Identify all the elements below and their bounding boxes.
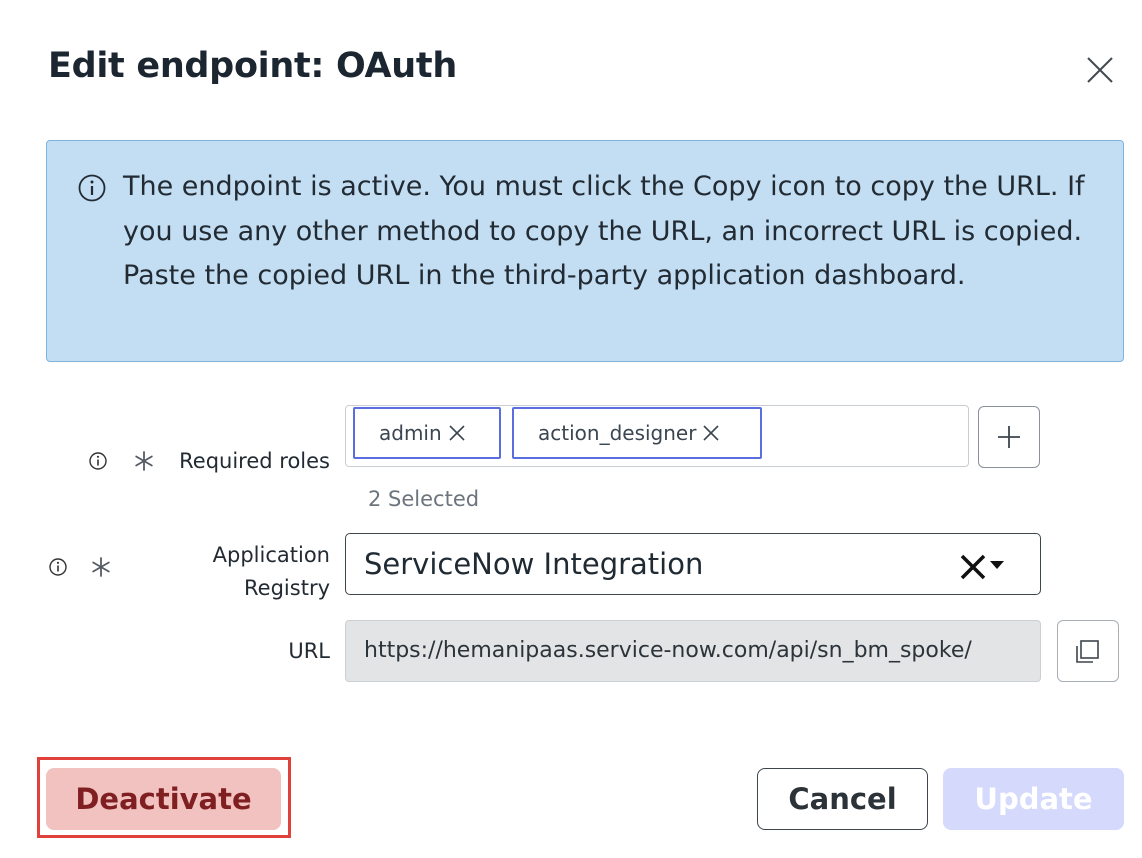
chevron-down-icon[interactable] xyxy=(990,560,1004,570)
url-field[interactable]: https://hemanipaas.service-now.com/api/s… xyxy=(345,620,1041,682)
application-registry-label-line1: Application xyxy=(212,543,330,567)
clear-selection-icon[interactable] xyxy=(958,552,988,582)
application-registry-label-line2: Registry xyxy=(244,576,330,600)
required-roles-field[interactable]: admin action_designer xyxy=(345,405,969,467)
copy-icon xyxy=(1076,640,1099,663)
required-roles-label: Required roles xyxy=(179,449,330,473)
update-button[interactable]: Update xyxy=(943,768,1124,830)
application-registry-value: ServiceNow Integration xyxy=(364,547,704,581)
required-roles-info-icon[interactable] xyxy=(88,451,108,471)
info-icon xyxy=(78,174,106,202)
application-registry-label: Application Registry xyxy=(160,539,330,605)
close-icon xyxy=(1087,57,1113,83)
application-registry-select[interactable]: ServiceNow Integration xyxy=(345,533,1041,595)
copy-url-button[interactable] xyxy=(1057,620,1119,682)
url-label: URL xyxy=(288,639,330,663)
role-chip-label: action_designer xyxy=(538,421,697,445)
required-asterisk-icon xyxy=(135,451,153,471)
remove-chip-icon[interactable] xyxy=(701,423,721,443)
required-asterisk-icon xyxy=(92,557,110,577)
url-value: https://hemanipaas.service-now.com/api/s… xyxy=(364,638,972,663)
role-chip-admin[interactable]: admin xyxy=(353,407,501,459)
role-chip-action-designer[interactable]: action_designer xyxy=(512,407,762,459)
banner-message: The endpoint is active. You must click t… xyxy=(123,171,1085,291)
cancel-button[interactable]: Cancel xyxy=(757,768,928,830)
edit-endpoint-dialog: Edit endpoint: OAuth The endpoint is act… xyxy=(0,0,1142,858)
deactivate-button[interactable]: Deactivate xyxy=(46,768,281,830)
add-role-button[interactable] xyxy=(978,406,1040,468)
remove-chip-icon[interactable] xyxy=(447,423,467,443)
roles-selected-count: 2 Selected xyxy=(368,487,480,511)
plus-icon xyxy=(998,426,1020,448)
role-chip-label: admin xyxy=(379,421,442,445)
close-button[interactable] xyxy=(1082,52,1118,88)
dialog-title: Edit endpoint: OAuth xyxy=(48,46,457,86)
info-banner: The endpoint is active. You must click t… xyxy=(46,140,1124,362)
application-registry-info-icon[interactable] xyxy=(48,557,68,577)
